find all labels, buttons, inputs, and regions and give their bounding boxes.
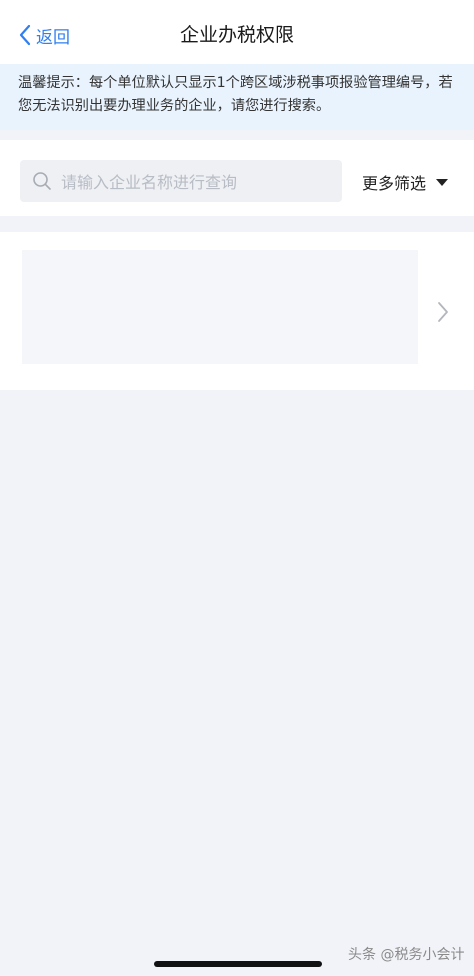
more-filter-button[interactable]: 更多筛选 <box>362 170 449 194</box>
navigation-bar: 返回 企业办税权限 <box>0 0 474 66</box>
redacted-enterprise-info <box>22 250 418 364</box>
search-icon <box>33 172 51 190</box>
search-placeholder: 请输入企业名称进行查询 <box>61 173 238 192</box>
notice-text: 温馨提示：每个单位默认只显示1个跨区域涉税事项报验管理编号，若您无法识别出要办理… <box>18 75 453 114</box>
caret-down-icon <box>436 178 449 186</box>
notice-banner: 温馨提示：每个单位默认只显示1个跨区域涉税事项报验管理编号，若您无法识别出要办理… <box>0 64 474 130</box>
watermark: 头条 @税务小会计 <box>348 947 465 963</box>
more-filter-label: 更多筛选 <box>362 174 427 193</box>
enterprise-list-item[interactable] <box>0 232 474 390</box>
home-indicator[interactable] <box>154 961 322 967</box>
search-bar: 请输入企业名称进行查询 更多筛选 <box>0 140 474 216</box>
page-title: 企业办税权限 <box>179 24 294 46</box>
search-input[interactable]: 请输入企业名称进行查询 <box>20 160 342 202</box>
chevron-right-icon <box>438 302 448 322</box>
